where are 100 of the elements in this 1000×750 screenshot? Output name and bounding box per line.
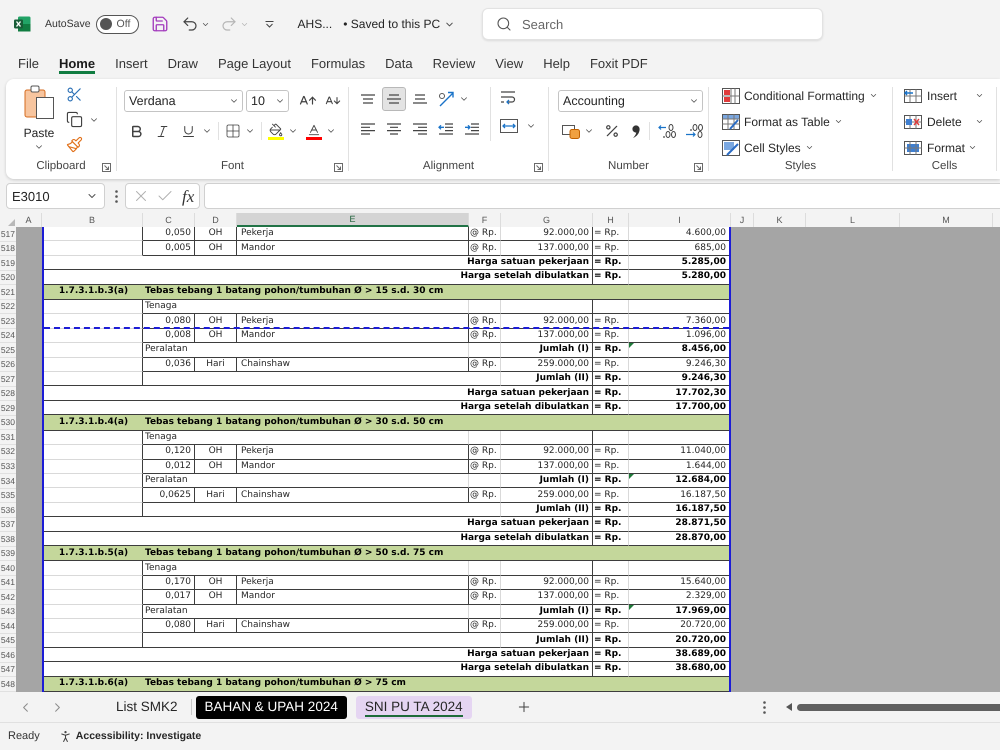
save-icon[interactable] [150, 15, 169, 33]
format-as-table-button[interactable]: Format as Table [722, 110, 892, 133]
more-options-icon[interactable] [763, 700, 766, 714]
text-orientation-icon[interactable] [438, 91, 454, 107]
ribbon-tab[interactable]: Review [432, 52, 476, 74]
table-cell: = Rp. [593, 314, 629, 329]
insert-function-button[interactable]: fx [180, 188, 196, 204]
ribbon-tab[interactable]: Foxit PDF [590, 52, 648, 74]
caret-icon[interactable] [975, 91, 984, 100]
empty-cell [469, 300, 501, 314]
sheet-tab[interactable]: List SMK2 [107, 696, 187, 718]
caret-icon[interactable] [834, 117, 843, 126]
search-field[interactable]: Search [482, 8, 823, 40]
font-name-dropdown[interactable]: Verdana [124, 90, 243, 112]
app-logo-icon [14, 16, 31, 32]
cell-styles-icon [722, 140, 740, 156]
customize-toolbar-icon[interactable] [264, 20, 274, 28]
ribbon-tab[interactable]: Home [58, 52, 96, 74]
caret-icon[interactable] [804, 143, 814, 152]
accessibility-status[interactable]: Accessibility: Investigate [76, 731, 202, 742]
merge-center-icon[interactable] [500, 119, 518, 133]
borders-icon[interactable] [225, 123, 241, 139]
table-cell: = Rp. [593, 445, 629, 460]
table-cell: 137.000,00 [501, 460, 593, 474]
decrease-indent-icon[interactable] [438, 123, 454, 135]
table-cell: Peralatan [143, 474, 469, 488]
table-cell: 28.871,50 [629, 517, 729, 532]
increase-indent-icon[interactable] [464, 123, 480, 135]
table-cell: @ Rp. [469, 314, 501, 329]
format-cells-button[interactable]: Format [904, 136, 966, 159]
comma-style-icon[interactable] [632, 124, 640, 138]
fill-color-icon[interactable] [268, 122, 284, 140]
caret-icon[interactable] [968, 143, 978, 152]
cell-styles-button[interactable]: Cell Styles [722, 136, 892, 159]
ribbon-tab[interactable]: View [495, 52, 524, 74]
align-right-icon[interactable] [412, 123, 428, 135]
sheet-tab[interactable]: BAHAN & UPAH 2024 [196, 696, 347, 718]
more-options-icon[interactable] [115, 190, 118, 202]
autosave-toggle[interactable]: Off [96, 14, 139, 34]
dialog-launcher-icon[interactable] [102, 162, 111, 172]
horizontal-scrollbar[interactable] [797, 704, 1000, 710]
ribbon-tab[interactable]: Draw [168, 52, 198, 74]
ribbon-tab[interactable]: Page Layout [218, 52, 291, 74]
table-cell: 7.360,00 [629, 314, 729, 329]
wrap-text-icon[interactable] [500, 91, 516, 105]
name-box[interactable]: E3010 [6, 183, 105, 209]
table-cell: = Rp. [593, 328, 629, 344]
copy-icon[interactable] [66, 111, 83, 128]
sheet-tab[interactable]: SNI PU TA 2024 [356, 696, 472, 718]
increase-decimal-icon[interactable] [658, 124, 676, 138]
search-icon[interactable] [496, 16, 512, 32]
column-header[interactable]: E [237, 213, 469, 227]
ribbon-tab[interactable]: File [18, 52, 39, 74]
ribbon-tab[interactable]: Formulas [310, 52, 366, 74]
caret-icon[interactable] [975, 117, 984, 126]
table-cell: 685,00 [629, 241, 729, 256]
accounting-format-icon[interactable] [562, 123, 580, 139]
align-center-icon[interactable] [386, 123, 402, 135]
table-cell: 0,170 [143, 576, 195, 590]
table-cell: = Rp. [593, 227, 629, 242]
dialog-launcher-icon[interactable] [334, 162, 343, 172]
insert-cells-button[interactable]: Insert [904, 84, 958, 107]
undo-icon[interactable] [180, 15, 199, 33]
italic-icon[interactable] [155, 124, 170, 138]
cut-icon[interactable] [66, 86, 83, 103]
paste-button[interactable]: Paste [19, 85, 59, 153]
caret-icon[interactable] [868, 91, 878, 100]
align-middle-button[interactable] [382, 87, 406, 111]
formula-input[interactable] [204, 183, 1000, 209]
underline-icon[interactable] [181, 124, 196, 138]
number-format-dropdown[interactable]: Accounting [558, 90, 703, 112]
ribbon-tab[interactable]: Help [543, 52, 570, 74]
conditional-formatting-button[interactable]: Conditional Formatting [722, 84, 892, 107]
table-cell: 92.000,00 [501, 445, 593, 460]
table-cell: Harga satuan pekerjaan [44, 648, 593, 662]
table-cell: OH [195, 241, 237, 256]
dialog-launcher-icon[interactable] [534, 162, 543, 172]
table-cell: @ Rp. [469, 488, 501, 503]
percent-icon[interactable] [604, 123, 620, 139]
format-painter-icon[interactable] [66, 136, 83, 153]
save-status-button[interactable]: • Saved to this PC [343, 18, 456, 30]
table-cell: 8.456,00 [682, 345, 726, 354]
bold-icon[interactable] [129, 124, 144, 138]
ribbon-tab[interactable]: Insert [115, 52, 148, 74]
table-cell: Mandor [237, 241, 469, 256]
table-cell: 0,0625 [143, 488, 195, 503]
dialog-launcher-icon[interactable] [694, 162, 703, 172]
ribbon-tab[interactable]: Data [385, 52, 413, 74]
table-cell: Jumlah (II) [501, 502, 593, 518]
font-color-icon[interactable] [306, 122, 322, 140]
table-cell: = Rp. [593, 372, 629, 386]
decrease-decimal-icon[interactable] [685, 124, 703, 138]
font-size-dropdown[interactable]: 10 [246, 90, 289, 112]
table-cell: @ Rp. [469, 576, 501, 590]
align-left-icon[interactable] [360, 123, 376, 135]
scroll-left-icon[interactable] [786, 703, 792, 711]
delete-cells-button[interactable]: Delete [904, 110, 962, 133]
table-cell: = Rp. [593, 590, 629, 605]
table-cell: @ Rp. [469, 358, 501, 372]
table-cell-text: 1.7.3.1.b.5(a) [58, 546, 130, 560]
